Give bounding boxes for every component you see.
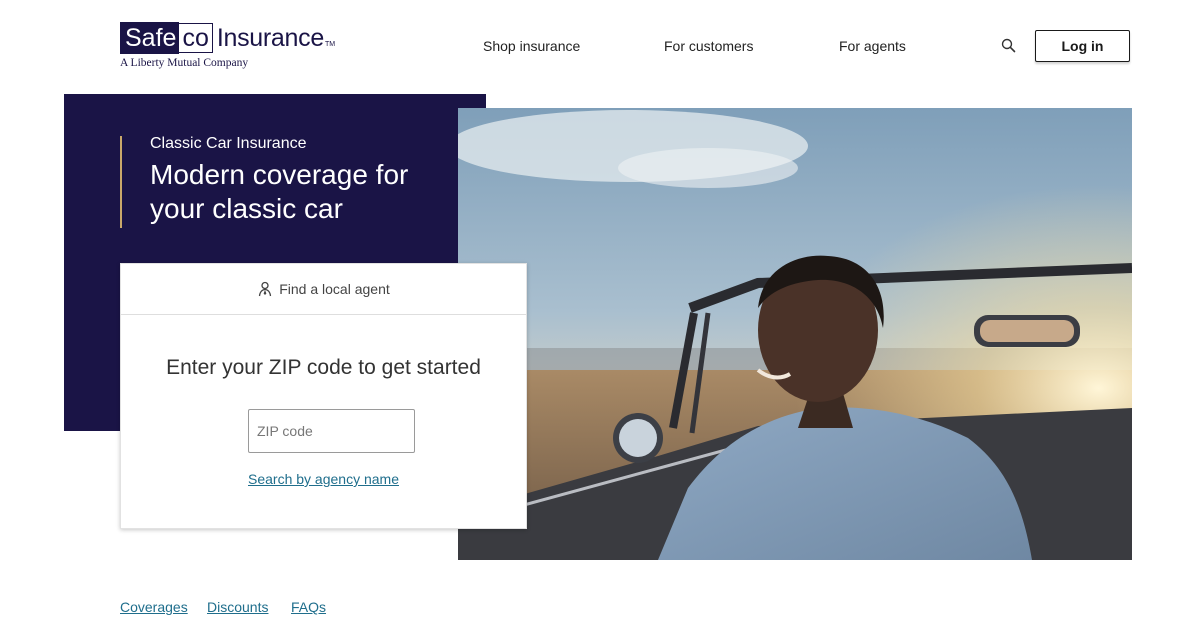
hero-photo [458, 108, 1132, 560]
logo-co-text: co [179, 23, 213, 53]
logo-trademark: TM [324, 40, 336, 48]
subnav-coverages[interactable]: Coverages [120, 599, 188, 615]
zip-code-input[interactable] [248, 409, 415, 453]
hero-accent-bar [120, 136, 122, 228]
hero-title: Modern coverage for your classic car [150, 159, 409, 224]
nav-for-agents[interactable]: For agents [839, 38, 906, 54]
brand-logo[interactable]: Safe co Insurance TM A Liberty Mutual Compa… [120, 22, 340, 74]
agent-person-icon [257, 281, 273, 297]
logo-tagline: A Liberty Mutual Company [120, 57, 249, 69]
hero-kicker: Classic Car Insurance [150, 135, 307, 152]
search-icon[interactable] [1000, 37, 1018, 55]
logo-safe-text: Safe [120, 22, 180, 54]
find-agent-label: Find a local agent [279, 281, 390, 297]
nav-for-customers[interactable]: For customers [664, 38, 753, 54]
logo-insurance-text: Insurance [216, 24, 324, 52]
nav-shop-insurance[interactable]: Shop insurance [483, 38, 580, 54]
subnav-faqs[interactable]: FAQs [291, 599, 326, 615]
find-agent-card: Find a local agent Enter your ZIP code t… [120, 263, 527, 529]
zip-heading: Enter your ZIP code to get started [166, 356, 481, 379]
subnav-discounts[interactable]: Discounts [207, 599, 268, 615]
find-agent-header[interactable]: Find a local agent [121, 264, 526, 315]
search-by-agency-link[interactable]: Search by agency name [121, 471, 526, 487]
log-in-button[interactable]: Log in [1035, 30, 1130, 62]
